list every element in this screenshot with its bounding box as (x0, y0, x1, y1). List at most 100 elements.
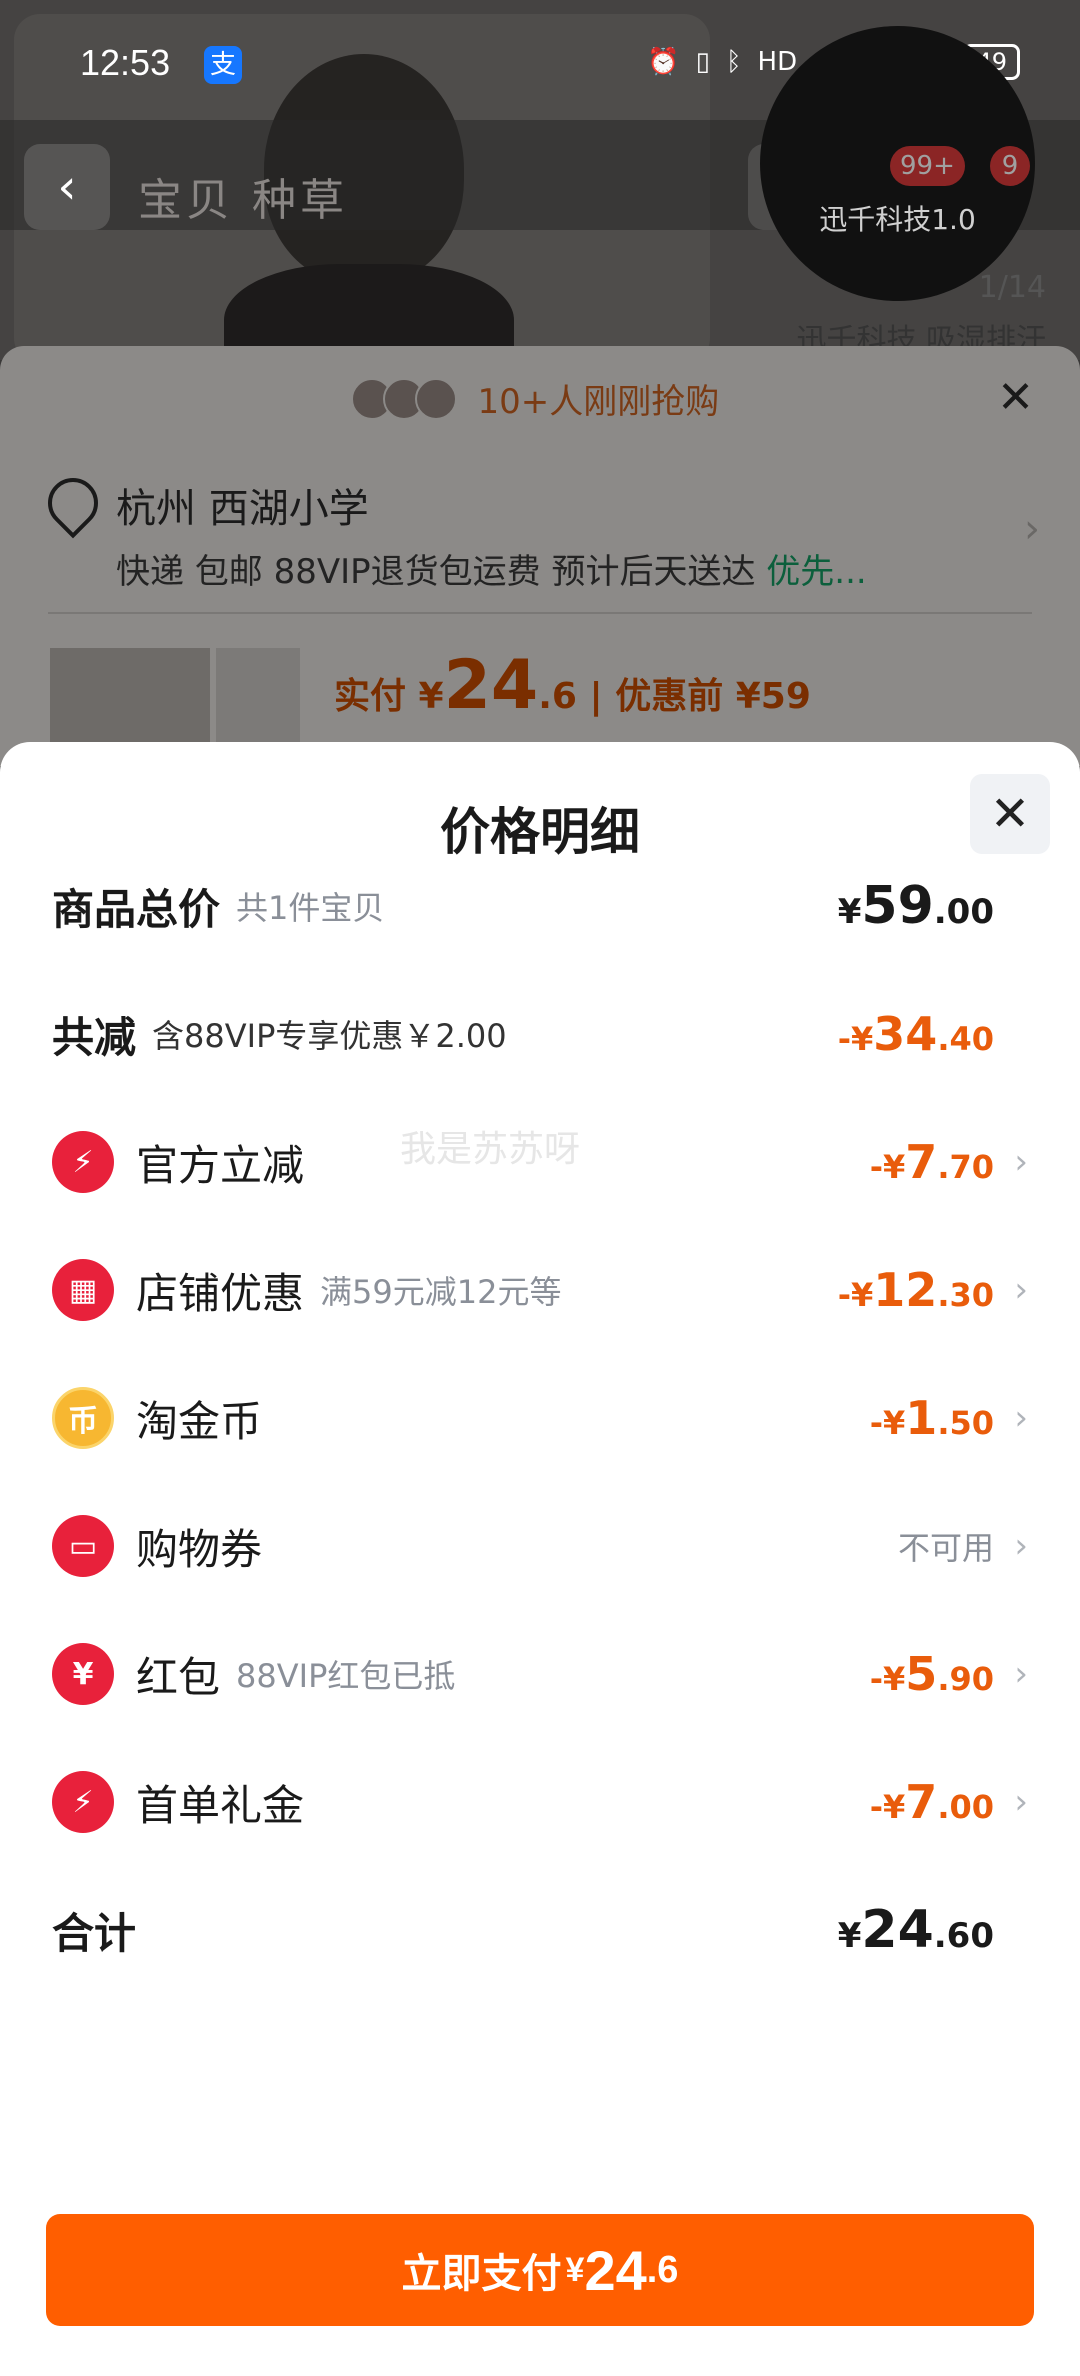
alarm-icon: ⏰ (647, 47, 680, 77)
row-total-reduce: 共减 含88VIP专享优惠￥2.00 -¥34.40 (52, 994, 1028, 1074)
back-button[interactable]: ‹ (24, 144, 110, 230)
row-label: 购物券 (136, 1524, 263, 1574)
currency-symbol: -¥ (869, 1148, 906, 1186)
price-dec: .00 (933, 892, 994, 932)
chevron-right-icon: › (1024, 506, 1040, 552)
close-icon[interactable]: ✕ (997, 372, 1034, 423)
row-sum: 合计 ¥24.60 (52, 1890, 1028, 1970)
lightning-icon: ⚡ (52, 1771, 114, 1833)
price-dec: .50 (937, 1404, 994, 1442)
location-icon (37, 467, 109, 539)
row-status: 不可用 (897, 1529, 994, 1567)
chevron-right-icon: › (1014, 1782, 1028, 1822)
red-packet-icon: ¥ (52, 1643, 114, 1705)
buyer-avatars (350, 378, 457, 429)
row-label: 红包 (136, 1652, 221, 1702)
store-icon: ▦ (52, 1259, 114, 1321)
row-shopping-coupon[interactable]: ▭ 购物券 不可用 › (52, 1506, 1028, 1586)
address-text[interactable]: 杭州 西湖小学 (116, 476, 369, 534)
alipay-icon: 支 (204, 46, 242, 84)
before-discount: | 优惠前 ¥59 (589, 676, 811, 717)
shipping-highlight: 优先... (766, 552, 867, 592)
row-value: -¥5.90 (870, 1647, 994, 1701)
sheet-title: 价格明细 (440, 803, 640, 861)
price-dec: .90 (937, 1660, 994, 1698)
paid-int: 24 (443, 646, 539, 725)
currency-symbol: ¥ (837, 1916, 862, 1956)
row-value: -¥7.00 (870, 1775, 994, 1829)
currency-symbol: -¥ (837, 1020, 874, 1058)
row-sub: 共1件宝贝 (236, 889, 385, 927)
bluetooth-icon: ᛒ (725, 47, 742, 77)
paid-dec: .6 (538, 676, 577, 717)
price-int: 5 (905, 1647, 938, 1701)
paid-label: 实付 ¥ (334, 676, 444, 717)
price-int: 12 (873, 1263, 938, 1317)
price-int: 1 (905, 1391, 938, 1445)
row-taobao-coins[interactable]: 币 淘金币 -¥1.50 › (52, 1378, 1028, 1458)
row-label: 共减 (52, 1012, 137, 1062)
row-value: -¥1.50 (870, 1391, 994, 1445)
row-label: 合计 (52, 1908, 137, 1958)
row-official-discount[interactable]: ⚡ 官方立减 -¥7.70 › (52, 1122, 1028, 1202)
shipping-info: 快递 包邮 88VIP退货包运费 预计后天送达 优先... (116, 544, 867, 593)
badge-count-small: 9 (990, 146, 1030, 186)
price-int: 59 (861, 876, 934, 936)
price-int: 34 (873, 1007, 938, 1061)
price-dec: .30 (937, 1276, 994, 1314)
row-sub: 含88VIP专享优惠￥2.00 (152, 1017, 507, 1055)
brand-floating-badge[interactable]: 99+ 9 迅千科技1.0 (760, 26, 1035, 301)
divider (48, 612, 1032, 614)
ticket-icon: ▭ (52, 1515, 114, 1577)
price-int: 7 (905, 1775, 938, 1829)
chevron-right-icon: › (1014, 1142, 1028, 1182)
price-int: 24 (584, 2238, 647, 2302)
price-detail-sheet: 价格明细 ✕ 我是苏苏呀 商品总价 共1件宝贝 ¥59.00 共减 含88VIP… (0, 742, 1080, 2376)
price-dec: .00 (937, 1788, 994, 1826)
price-dec: .40 (937, 1020, 994, 1058)
chevron-right-icon: › (1014, 1654, 1028, 1694)
row-value: -¥7.70 (870, 1135, 994, 1189)
row-first-order-gift[interactable]: ⚡ 首单礼金 -¥7.00 › (52, 1762, 1028, 1842)
chevron-right-icon: › (1014, 1526, 1028, 1566)
currency-symbol: -¥ (837, 1276, 874, 1314)
row-label: 首单礼金 (136, 1780, 305, 1830)
price-int: 24 (861, 1900, 934, 1960)
lightning-icon: ⚡ (52, 1131, 114, 1193)
vibrate-icon: ▯ (695, 47, 710, 77)
price-dec: .70 (937, 1148, 994, 1186)
price-dec: .60 (933, 1916, 994, 1956)
badge-count: 99+ (890, 146, 965, 186)
row-sub: 88VIP红包已抵 (236, 1657, 456, 1695)
shipping-text: 快递 包邮 88VIP退货包运费 预计后天送达 (116, 552, 756, 592)
row-label: 店铺优惠 (136, 1268, 305, 1318)
chevron-right-icon: › (1014, 1398, 1028, 1438)
row-value: -¥34.40 (838, 1007, 994, 1061)
buyers-notice-text: 10+人刚刚抢购 (477, 382, 720, 422)
row-value: ¥59.00 (838, 876, 994, 936)
currency-symbol: -¥ (869, 1788, 906, 1826)
currency-symbol: ¥ (837, 892, 862, 932)
price-int: 7 (905, 1135, 938, 1189)
row-red-packet[interactable]: ¥ 红包 88VIP红包已抵 -¥5.90 › (52, 1634, 1028, 1714)
row-value: ¥24.60 (838, 1900, 994, 1960)
hd-icon: HD (757, 47, 798, 77)
buyers-notice: 10+人刚刚抢购 (0, 374, 1080, 429)
chevron-right-icon: › (1014, 1270, 1028, 1310)
row-sub: 满59元减12元等 (320, 1273, 562, 1311)
currency-symbol: ¥ (565, 2250, 585, 2289)
paid-price: 实付 ¥24.6 | 优惠前 ¥59 (334, 646, 811, 725)
row-total-goods: 商品总价 共1件宝贝 ¥59.00 (52, 866, 1028, 946)
row-label: 商品总价 (52, 884, 221, 934)
row-value: -¥12.30 (838, 1263, 994, 1317)
order-confirm-sheet: 10+人刚刚抢购 ✕ 杭州 西湖小学 快递 包邮 88VIP退货包运费 预计后天… (0, 346, 1080, 768)
currency-symbol: -¥ (869, 1660, 906, 1698)
status-time: 12:53 (80, 42, 171, 83)
row-label: 官方立减 (136, 1140, 305, 1190)
nav-tabs[interactable]: 宝贝 种草 (138, 164, 348, 228)
close-button[interactable]: ✕ (970, 774, 1050, 854)
coin-icon: 币 (52, 1387, 114, 1449)
row-store-discount[interactable]: ▦ 店铺优惠 满59元减12元等 -¥12.30 › (52, 1250, 1028, 1330)
pay-now-button[interactable]: 立即支付 ¥24.6 (46, 2214, 1034, 2326)
pay-label: 立即支付 (401, 2252, 562, 2296)
